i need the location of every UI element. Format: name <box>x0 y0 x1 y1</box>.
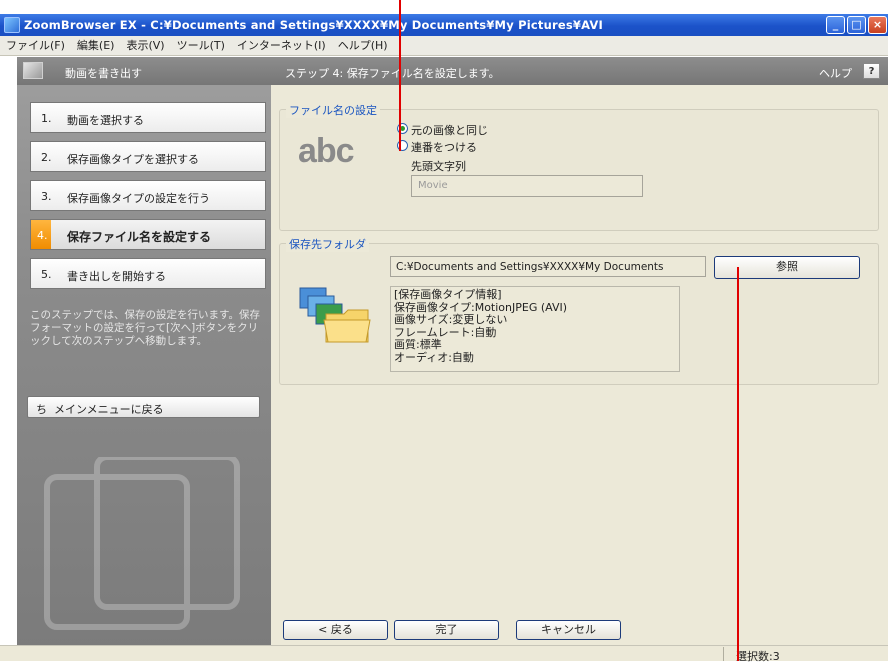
back-to-main-label: メインメニューに戻る <box>54 403 164 416</box>
title-bar: ZoomBrowser EX - C:¥Documents and Settin… <box>0 14 888 36</box>
step-number: 2. <box>41 151 52 164</box>
window-title: ZoomBrowser EX - C:¥Documents and Settin… <box>24 18 603 32</box>
prefix-input[interactable]: Movie <box>411 175 643 197</box>
info-line: 画像サイズ:変更しない <box>394 313 508 326</box>
movie-export-icon <box>23 62 43 79</box>
maximize-button[interactable]: □ <box>847 16 866 34</box>
sidebar-title: 動画を書き出す <box>65 67 142 80</box>
close-button[interactable]: × <box>868 16 887 34</box>
save-info-box: [保存画像タイプ情報] 保存画像タイプ:MotionJPEG (AVI) 画像サ… <box>390 286 680 372</box>
app-icon <box>4 17 20 33</box>
selected-count: 選択数:3 <box>736 650 780 663</box>
filename-group-title: ファイル名の設定 <box>286 102 380 118</box>
menu-edit[interactable]: 編集(E) <box>71 36 121 56</box>
info-line: 画質:標準 <box>394 338 442 351</box>
browse-button[interactable]: 参照 <box>714 256 860 279</box>
filename-settings-group: ファイル名の設定 abc 元の画像と同じ 連番をつける 先頭文字列 Movie <box>279 102 879 231</box>
callout-line-browse <box>737 267 739 661</box>
prefix-label: 先頭文字列 <box>411 160 466 173</box>
original-name-label[interactable]: 元の画像と同じ <box>411 122 488 138</box>
info-line: [保存画像タイプ情報] <box>394 288 502 301</box>
step-heading: ステップ 4: 保存ファイル名を設定します。 <box>285 67 500 80</box>
step-4-current[interactable]: 4. 保存ファイル名を設定する <box>30 219 266 250</box>
serial-number-label[interactable]: 連番をつける <box>411 139 477 155</box>
menu-bar: ファイル(F) 編集(E) 表示(V) ツール(T) インターネット(I) ヘルプ(H) <box>0 36 888 56</box>
info-line: オーディオ:自動 <box>394 350 474 364</box>
step-number: 4. <box>37 229 48 242</box>
folder-images-icon <box>299 287 371 343</box>
step-number: 3. <box>41 190 52 203</box>
sidebar: 動画を書き出す 1. 動画を選択する 2. 保存画像タイプを選択する 3. 保存… <box>17 57 271 649</box>
step-label: 動画を選択する <box>67 114 144 127</box>
finish-button[interactable]: 完了 <box>394 620 499 640</box>
back-to-main-menu-button[interactable]: ち メインメニューに戻る <box>27 396 260 418</box>
save-folder-group: 保存先フォルダ C:¥Documents and Settings¥XXXX¥M… <box>279 236 879 385</box>
step-1[interactable]: 1. 動画を選択する <box>30 102 266 133</box>
step-description: このステップでは、保存の設定を行います。保存フォーマットの設定を行って[次へ]ボ… <box>30 309 260 347</box>
main-panel: ステップ 4: 保存ファイル名を設定します。 ヘルプ ? ファイル名の設定 ab… <box>271 57 888 649</box>
minimize-button[interactable]: _ <box>826 16 845 34</box>
menu-view[interactable]: 表示(V) <box>120 36 170 56</box>
folder-path-field[interactable]: C:¥Documents and Settings¥XXXX¥My Docume… <box>390 256 706 277</box>
step-label: 保存画像タイプを選択する <box>67 153 199 166</box>
step-label: 書き出しを開始する <box>67 270 166 283</box>
back-button[interactable]: < 戻る <box>283 620 388 640</box>
sidebar-header: 動画を書き出す <box>17 57 271 85</box>
menu-file[interactable]: ファイル(F) <box>0 36 71 56</box>
step-3[interactable]: 3. 保存画像タイプの設定を行う <box>30 180 266 211</box>
menu-tools[interactable]: ツール(T) <box>171 36 231 56</box>
film-decoration-icon <box>44 457 240 630</box>
step-number: 5. <box>41 268 52 281</box>
step-label: 保存ファイル名を設定する <box>67 230 212 244</box>
menu-internet[interactable]: インターネット(I) <box>231 36 332 56</box>
filename-sample: abc <box>298 132 355 170</box>
step-number: 1. <box>41 112 52 125</box>
folder-group-title: 保存先フォルダ <box>286 236 369 252</box>
main-header: ステップ 4: 保存ファイル名を設定します。 ヘルプ ? <box>271 57 888 85</box>
help-link[interactable]: ヘルプ <box>819 65 852 81</box>
cancel-button[interactable]: キャンセル <box>516 620 621 640</box>
return-icon: ち <box>36 403 47 416</box>
step-2[interactable]: 2. 保存画像タイプを選択する <box>30 141 266 172</box>
help-icon[interactable]: ? <box>863 63 880 79</box>
menu-help[interactable]: ヘルプ(H) <box>332 36 394 56</box>
status-bar: 選択数:3 <box>0 645 888 663</box>
callout-line-radio <box>399 0 401 151</box>
step-label: 保存画像タイプの設定を行う <box>67 192 210 205</box>
status-separator <box>723 647 724 661</box>
step-5[interactable]: 5. 書き出しを開始する <box>30 258 266 289</box>
